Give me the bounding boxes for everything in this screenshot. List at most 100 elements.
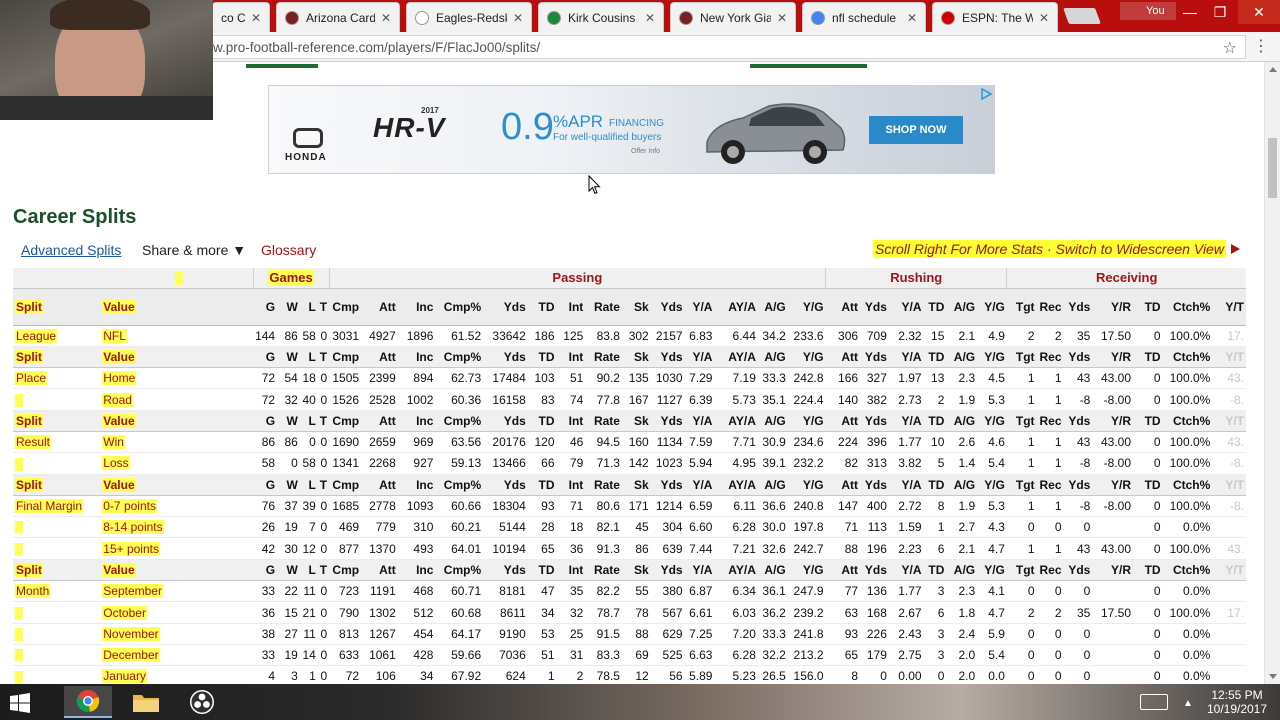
column-header[interactable]: Y/G	[977, 345, 1007, 369]
tab-close-icon[interactable]: ✕	[513, 11, 523, 25]
career-splits-table-container[interactable]: Games Passing Rushing Receiving Split Value G…	[13, 268, 1246, 684]
shop-now-button[interactable]: SHOP NOW	[869, 116, 963, 144]
column-header[interactable]: Y/A	[684, 558, 715, 582]
column-header[interactable]: TD	[923, 473, 947, 496]
honda-advertisement[interactable]: HONDA 2017 HR-V 0.9 %APR FINANCING For w…	[268, 85, 995, 174]
glossary-link[interactable]: Glossary	[261, 242, 316, 258]
column-header[interactable]: Rate	[585, 473, 622, 496]
column-header[interactable]: Yds	[650, 409, 685, 432]
column-header[interactable]: Value	[100, 558, 254, 582]
column-header[interactable]: Att	[361, 288, 398, 326]
column-header[interactable]: TD	[923, 558, 947, 582]
tab-close-icon[interactable]: ✕	[645, 11, 655, 25]
column-header[interactable]: Y/G	[787, 473, 826, 496]
advanced-splits-link[interactable]: Advanced Splits	[21, 242, 121, 258]
user-profile-button[interactable]: You	[1120, 2, 1176, 20]
column-header[interactable]: Yds	[650, 288, 685, 326]
column-header[interactable]: Y/A	[684, 345, 715, 369]
tab-close-icon[interactable]: ✕	[251, 11, 261, 25]
column-header[interactable]: TD	[923, 288, 947, 326]
tray-overflow-icon[interactable]: ▲	[1183, 698, 1193, 709]
column-header[interactable]: Inc	[397, 288, 436, 326]
column-header[interactable]: Y/T	[1212, 409, 1246, 432]
column-header[interactable]: W	[277, 288, 300, 326]
column-header[interactable]: Y/A	[888, 345, 924, 369]
column-header[interactable]: Int	[556, 558, 586, 582]
tab-close-icon[interactable]: ✕	[907, 11, 917, 25]
column-header[interactable]: T	[317, 345, 330, 369]
column-header[interactable]: Yds	[650, 473, 685, 496]
column-header[interactable]: Yds	[650, 558, 685, 582]
column-header[interactable]: Tgt	[1006, 409, 1037, 432]
column-header[interactable]: Y/T	[1212, 473, 1246, 496]
column-header[interactable]: AY/A	[714, 345, 758, 369]
column-header[interactable]: Int	[556, 345, 586, 369]
column-header[interactable]: A/G	[757, 345, 788, 369]
column-header[interactable]: Sk	[621, 473, 651, 496]
column-header[interactable]: Y/G	[787, 345, 826, 369]
bookmark-star-icon[interactable]: ☆	[1223, 38, 1237, 58]
column-header[interactable]: Yds	[1063, 345, 1093, 369]
column-header[interactable]: Yds	[1063, 558, 1093, 582]
column-header[interactable]: Int	[556, 409, 586, 432]
column-header[interactable]: Yds	[483, 288, 528, 326]
column-header[interactable]: W	[277, 345, 300, 369]
column-header[interactable]: Cmp	[329, 558, 362, 582]
column-header[interactable]: Y/A	[888, 558, 924, 582]
column-header[interactable]: Yds	[483, 558, 528, 582]
column-header[interactable]: Y/T	[1212, 288, 1246, 326]
column-header[interactable]: TD	[527, 473, 557, 496]
column-header[interactable]: T	[317, 409, 330, 432]
ad-offer-info[interactable]: Offer Info	[631, 148, 660, 155]
share-more-menu[interactable]: Share & more ▼	[142, 242, 246, 258]
browser-tab[interactable]: ESPN: The W ✕	[932, 2, 1058, 32]
scroll-thumb[interactable]	[1268, 138, 1277, 198]
column-header[interactable]: A/G	[946, 473, 978, 496]
column-header[interactable]: Y/G	[977, 409, 1007, 432]
column-header[interactable]: Att	[361, 345, 398, 369]
scroll-right-hint[interactable]: Scroll Right For More Stats · Switch to …	[873, 240, 1226, 258]
column-header[interactable]: AY/A	[714, 288, 758, 326]
column-header[interactable]: Y/A	[684, 409, 715, 432]
column-header[interactable]: A/G	[757, 473, 788, 496]
column-header[interactable]: Y/R	[1092, 409, 1134, 432]
column-header[interactable]: Sk	[621, 345, 651, 369]
column-header[interactable]: TD	[1133, 288, 1163, 326]
column-header[interactable]: Att	[825, 409, 861, 432]
column-header[interactable]: Yds	[650, 345, 685, 369]
column-header[interactable]: Cmp%	[435, 558, 484, 582]
column-header[interactable]: Y/A	[888, 288, 924, 326]
tab-close-icon[interactable]: ✕	[777, 11, 787, 25]
browser-tab[interactable]: Kirk Cousins ✕	[538, 2, 664, 32]
column-header[interactable]: W	[277, 409, 300, 432]
column-header[interactable]: Y/G	[977, 288, 1007, 326]
scroll-down-icon[interactable]	[1269, 674, 1277, 679]
obs-taskbar-icon[interactable]	[178, 686, 226, 718]
column-header[interactable]: Sk	[621, 288, 651, 326]
browser-tab[interactable]: co Ca ✕	[212, 2, 270, 32]
column-header[interactable]: G	[253, 558, 278, 582]
column-header[interactable]: Int	[556, 473, 586, 496]
column-header[interactable]: Cmp%	[435, 409, 484, 432]
scroll-up-icon[interactable]	[1269, 67, 1277, 72]
column-header[interactable]: Value	[100, 345, 254, 369]
column-header[interactable]: G	[253, 345, 278, 369]
column-header[interactable]: A/G	[946, 409, 978, 432]
column-header[interactable]: W	[277, 473, 300, 496]
column-header[interactable]: L	[299, 345, 318, 369]
column-header[interactable]: Cmp	[329, 409, 362, 432]
column-header[interactable]: Value	[100, 409, 254, 432]
column-header[interactable]: Yds	[860, 345, 889, 369]
column-header[interactable]: Att	[825, 288, 861, 326]
column-header[interactable]: Tgt	[1006, 345, 1037, 369]
column-header[interactable]: Cmp%	[435, 473, 484, 496]
address-bar[interactable]: w.pro-football-reference.com/players/F/F…	[206, 35, 1246, 59]
column-header[interactable]: Cmp	[329, 345, 362, 369]
column-header[interactable]: W	[277, 558, 300, 582]
column-header[interactable]: Cmp%	[435, 345, 484, 369]
column-header[interactable]: G	[253, 409, 278, 432]
browser-menu-icon[interactable]: ⋮	[1253, 39, 1269, 55]
column-header[interactable]: A/G	[757, 409, 788, 432]
column-header[interactable]: TD	[527, 345, 557, 369]
column-header[interactable]: G	[253, 288, 278, 326]
